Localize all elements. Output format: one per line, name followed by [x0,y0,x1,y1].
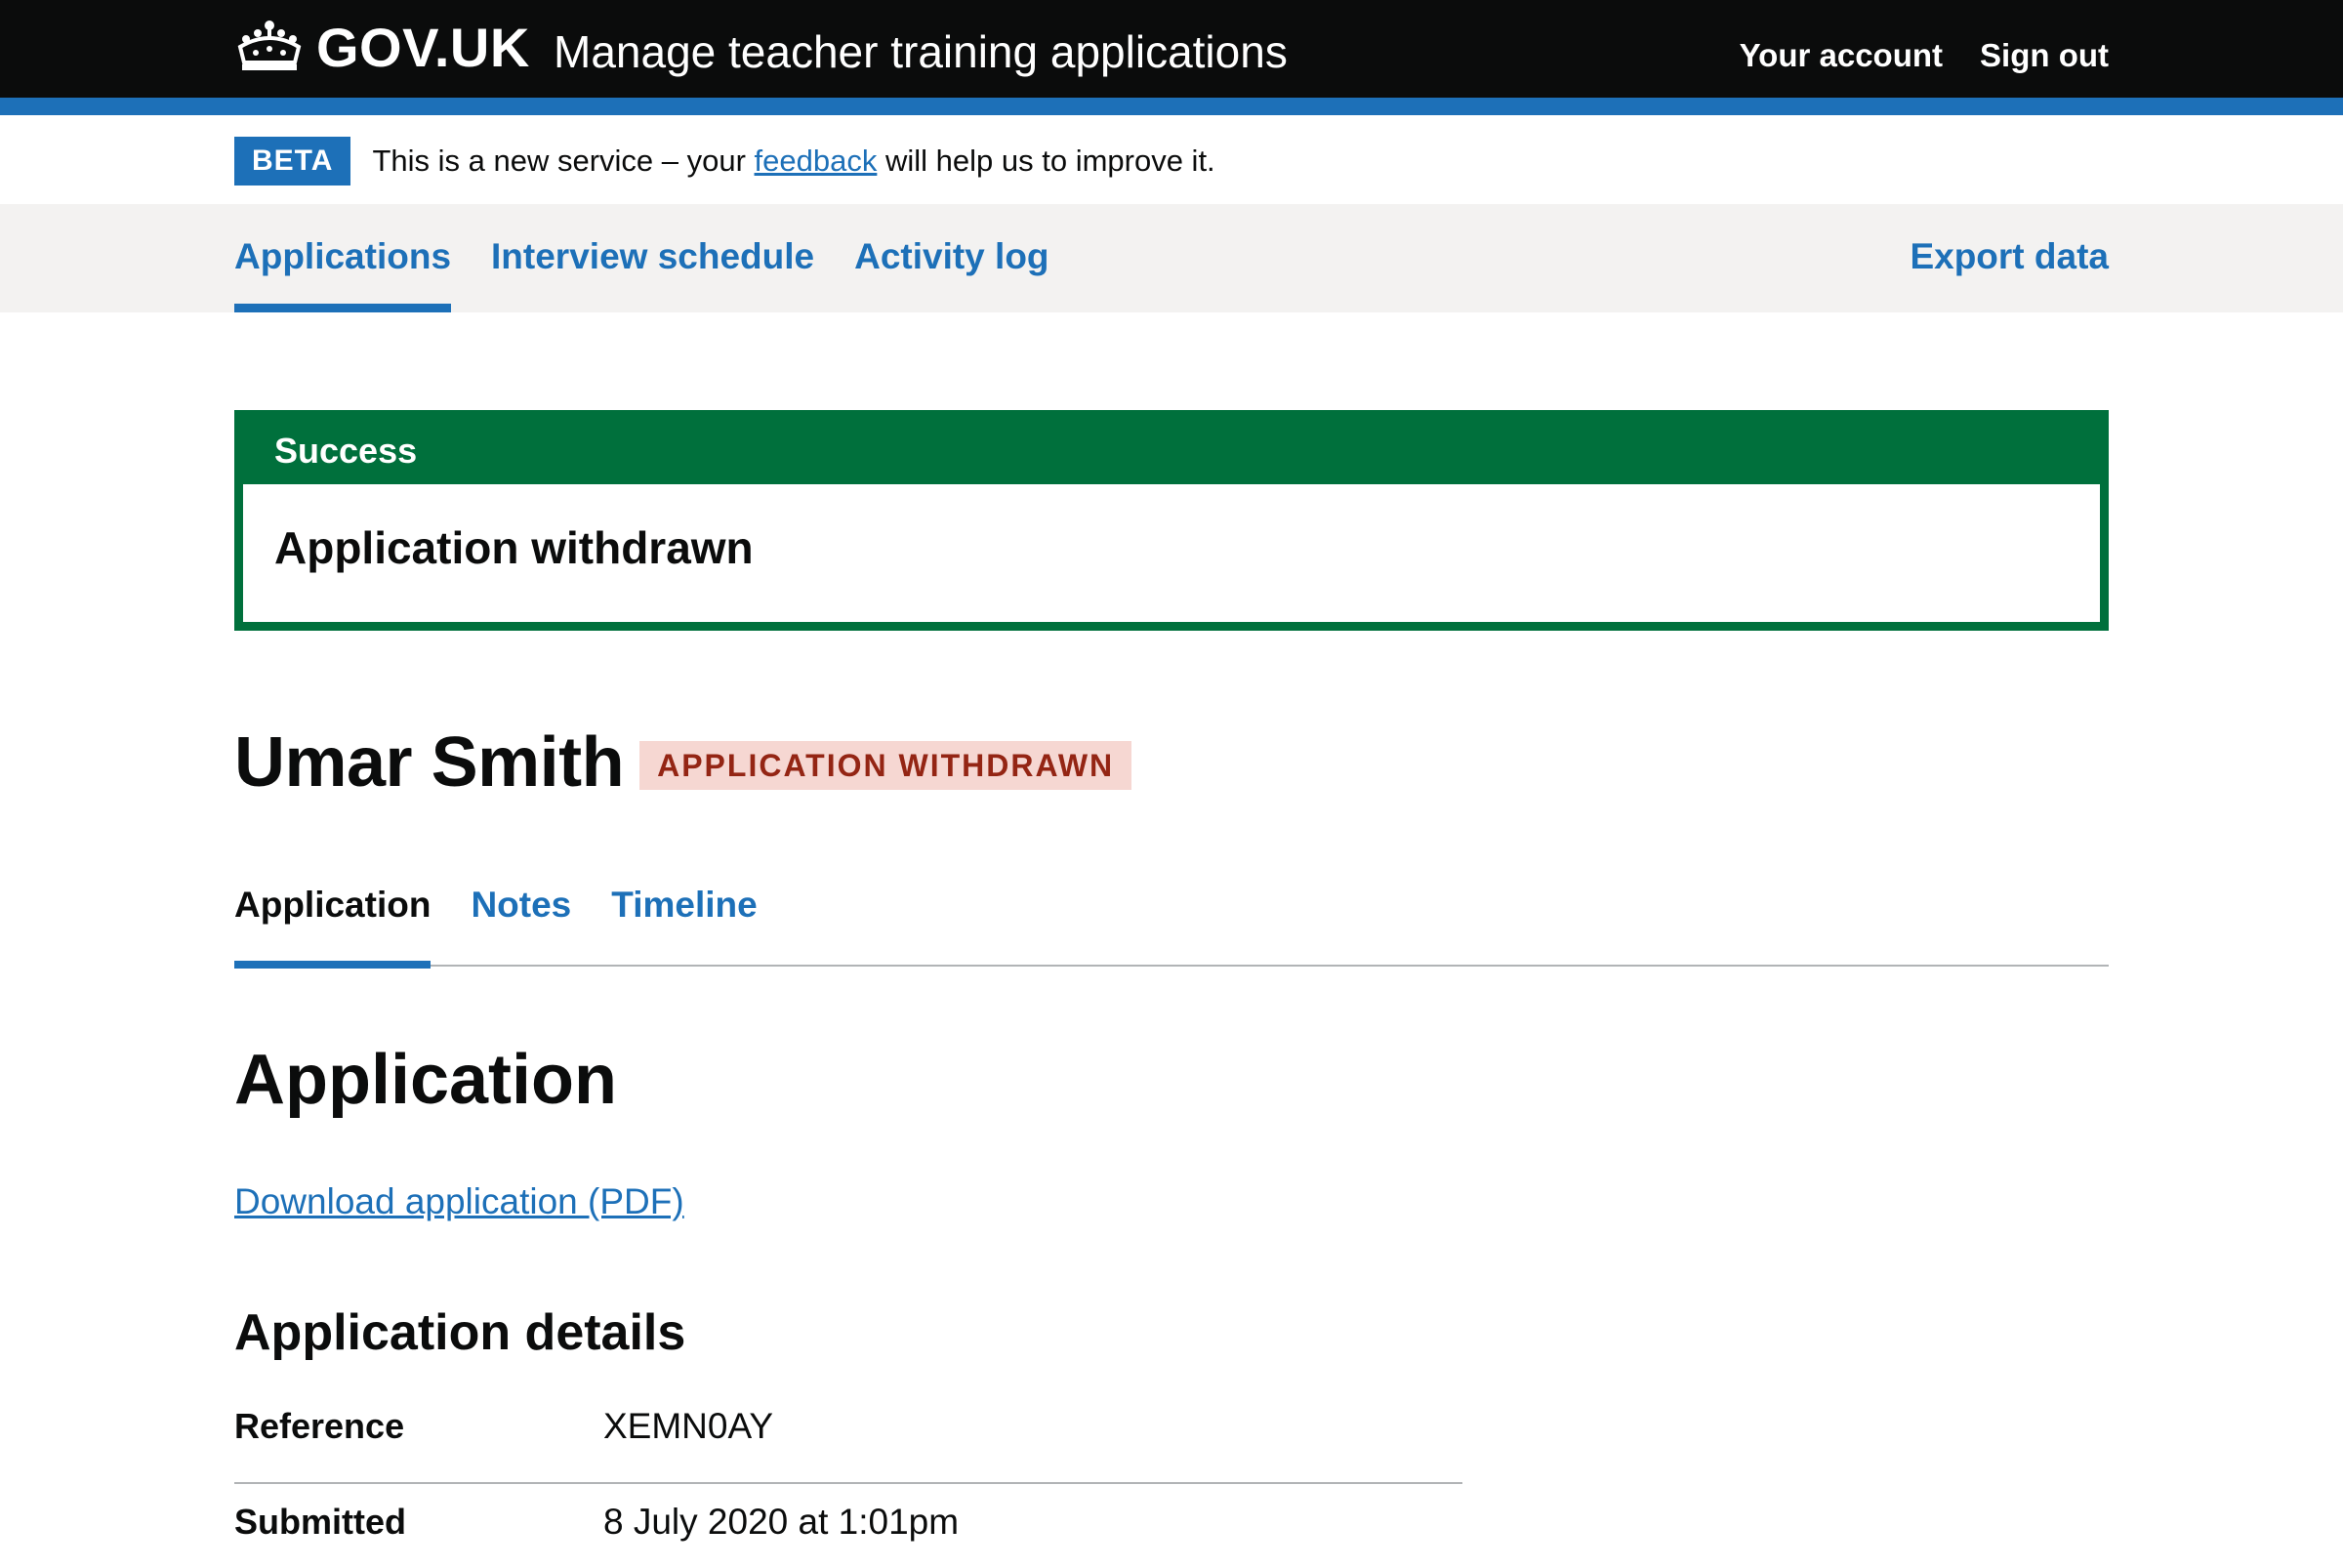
tab-application[interactable]: Application [234,885,432,969]
primary-nav-items: Applications Interview schedule Activity… [234,204,1049,312]
tab-notes[interactable]: Notes [471,885,571,967]
candidate-name: Umar Smith [234,723,625,802]
crown-icon [237,21,302,70]
application-details-heading: Application details [234,1304,686,1361]
status-badge: APPLICATION WITHDRAWN [639,741,1132,790]
summary-key: Submitted [234,1502,406,1542]
sign-out-link[interactable]: Sign out [1980,37,2109,74]
summary-value: 8 July 2020 at 1:01pm [603,1502,960,1542]
feedback-link[interactable]: feedback [755,144,878,178]
summary-row-reference: Reference XEMN0AY [234,1396,1462,1482]
site-header: GOV.UK Manage teacher training applicati… [0,0,2343,98]
summary-row-submitted: Submitted 8 July 2020 at 1:01pm [234,1482,1462,1568]
govuk-logo-link[interactable]: GOV.UK [234,16,530,78]
export-data-link[interactable]: Export data [1910,236,2109,277]
govuk-logo-text: GOV.UK [316,16,530,78]
beta-text-after: will help us to improve it. [877,144,1215,178]
application-sub-navigation: Application Notes Timeline [234,885,2109,969]
nav-item-interview-schedule[interactable]: Interview schedule [491,204,814,312]
your-account-link[interactable]: Your account [1740,37,1943,74]
beta-tag: BETA [234,137,351,186]
beta-text-before: This is a new service – your [372,144,755,178]
success-banner-title: Success [243,419,2100,484]
phase-banner: BETA This is a new service – your feedba… [234,137,1215,186]
application-details-list: Reference XEMN0AY Submitted 8 July 2020 … [234,1396,1462,1568]
nav-item-applications[interactable]: Applications [234,204,452,312]
header-blue-bar [0,98,2343,115]
summary-key: Reference [234,1406,405,1446]
success-banner: Success Application withdrawn [234,410,2109,631]
tab-timeline[interactable]: Timeline [611,885,757,967]
download-application-pdf-link[interactable]: Download application (PDF) [234,1181,684,1222]
header-navigation: Your account Sign out [1740,37,2109,74]
nav-item-activity-log[interactable]: Activity log [854,204,1048,312]
candidate-heading: Umar Smith APPLICATION WITHDRAWN [234,722,1132,803]
service-name[interactable]: Manage teacher training applications [554,25,1288,78]
primary-navigation: Applications Interview schedule Activity… [0,204,2343,312]
success-banner-message: Application withdrawn [274,522,754,573]
beta-banner-text: This is a new service – your feedback wi… [372,144,1214,179]
summary-value: XEMN0AY [603,1406,774,1446]
page-title: Application [234,1041,617,1119]
